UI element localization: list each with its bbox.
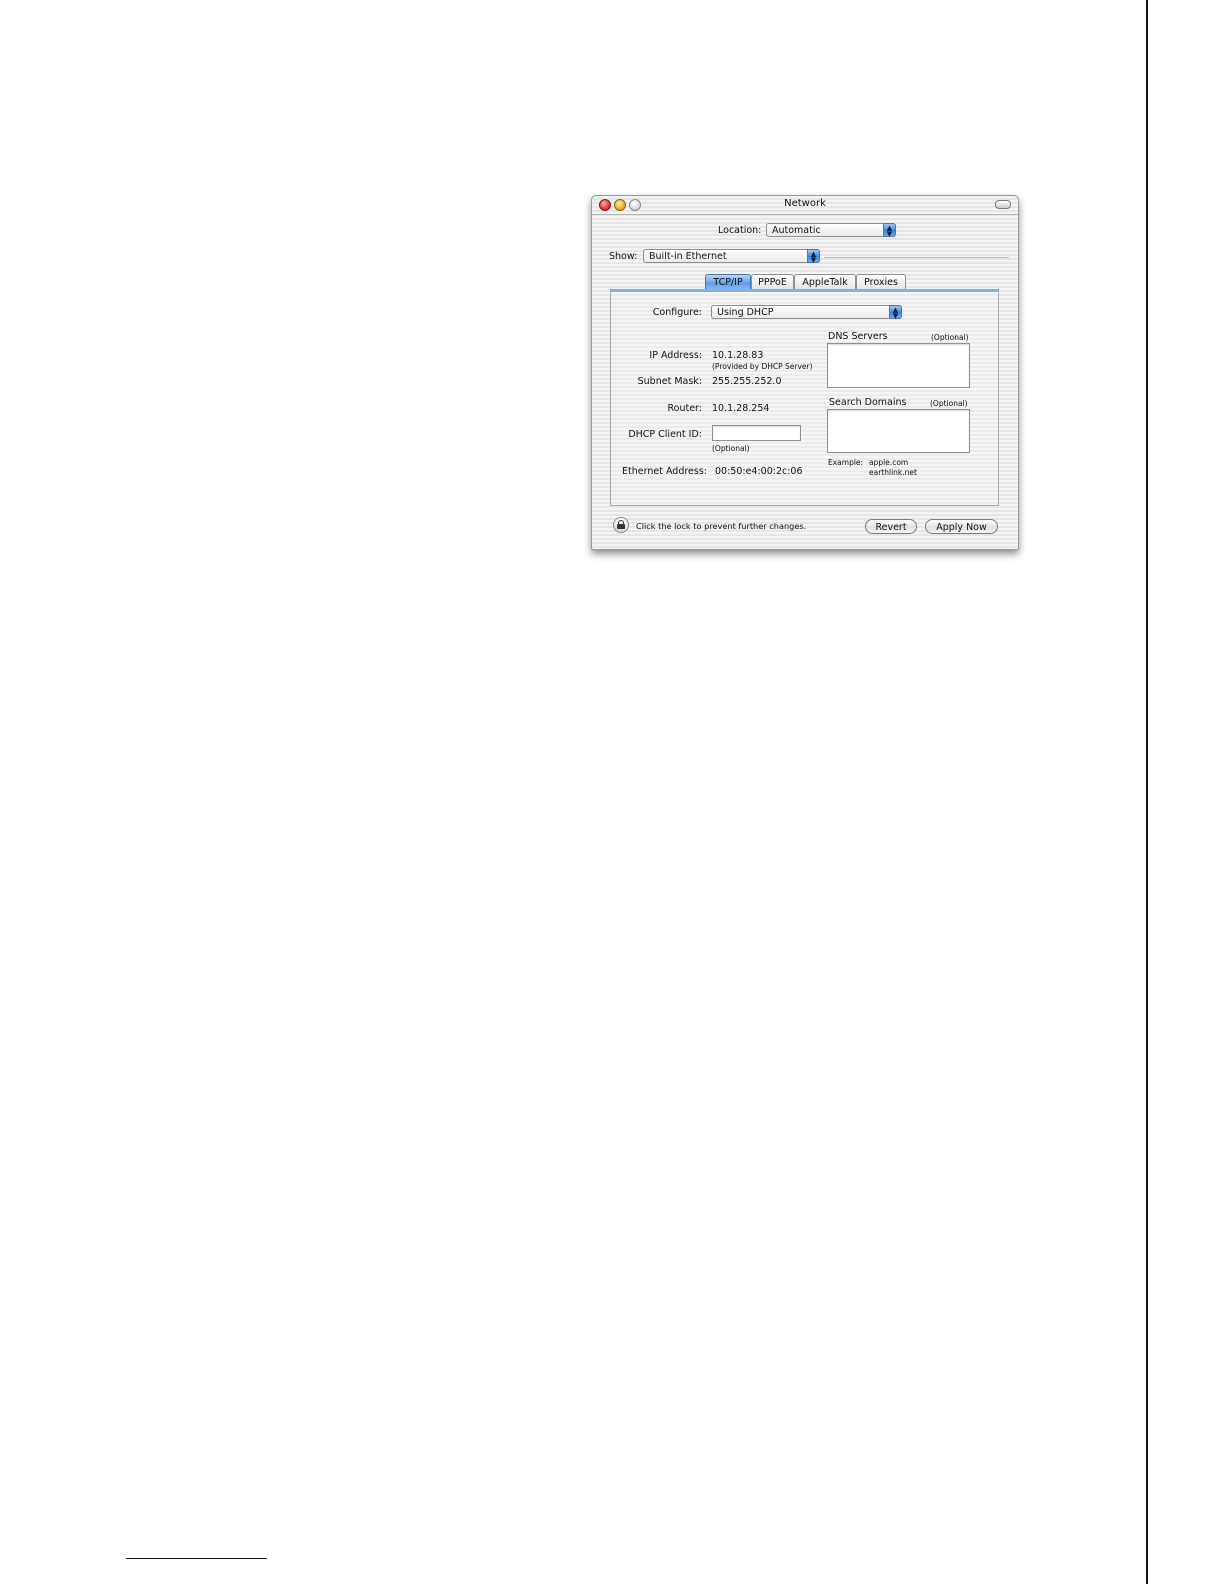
tab-pppoe[interactable]: PPPoE [751,274,794,289]
page: Network Location: Automatic ▲ ▼ Show: Bui… [0,0,1224,1584]
example-domain-1: apple.com [869,458,909,467]
search-domains-optional: (Optional) [930,399,968,408]
router-value: 10.1.28.254 [712,403,770,414]
subnet-mask-value: 255.255.252.0 [712,376,782,387]
tab-appletalk[interactable]: AppleTalk [794,274,856,289]
show-value: Built-in Ethernet [649,251,727,262]
dns-servers-label: DNS Servers [828,331,888,342]
dhcp-client-id-field[interactable] [712,425,801,441]
dns-servers-field[interactable] [827,343,970,388]
dhcp-client-id-label: DHCP Client ID: [628,429,702,440]
tab-tcpip[interactable]: TCP/IP [705,274,751,289]
example-label: Example: [828,458,864,467]
ethernet-address-label: Ethernet Address: [622,466,707,477]
ip-address-value: 10.1.28.83 [712,350,764,361]
router-label: Router: [667,403,702,414]
footnote-rule [126,1558,267,1559]
popup-arrows-icon: ▲ ▼ [807,249,820,264]
popup-arrows-icon: ▲ ▼ [889,305,902,320]
ip-address-note: (Provided by DHCP Server) [712,362,813,371]
title-bar[interactable]: Network [592,196,1018,215]
toolbar-toggle-icon[interactable] [995,200,1011,209]
margin-rule [1146,0,1148,1584]
tcpip-panel: Configure: Using DHCP ▲ ▼ IP Address: 10.… [610,289,999,506]
revert-button[interactable]: Revert [865,519,917,534]
location-label: Location: [718,225,762,236]
example-domain-2: earthlink.net [869,468,917,477]
subnet-mask-label: Subnet Mask: [637,376,702,387]
window-title: Network [784,198,826,209]
search-domains-field[interactable] [827,409,970,453]
configure-value: Using DHCP [717,307,774,318]
dns-servers-optional: (Optional) [931,333,969,342]
configure-label: Configure: [652,307,702,318]
lock-message: Click the lock to prevent further change… [636,521,807,531]
show-popup[interactable]: Built-in Ethernet ▲ ▼ [643,249,820,264]
separator-line [824,257,1009,258]
location-value: Automatic [772,225,821,236]
tab-proxies[interactable]: Proxies [856,274,906,289]
ip-address-label: IP Address: [649,350,702,361]
configure-popup[interactable]: Using DHCP ▲ ▼ [711,305,902,320]
apply-now-button[interactable]: Apply Now [925,519,998,534]
ethernet-address-value: 00:50:e4:00:2c:06 [715,466,803,477]
lock-icon[interactable] [613,517,629,533]
popup-arrows-icon: ▲ ▼ [883,223,896,238]
dhcp-client-id-note: (Optional) [712,444,750,453]
search-domains-label: Search Domains [829,397,907,408]
network-window: Network Location: Automatic ▲ ▼ Show: Bui… [591,195,1019,550]
location-popup[interactable]: Automatic ▲ ▼ [766,223,896,238]
show-label: Show: [609,251,638,262]
